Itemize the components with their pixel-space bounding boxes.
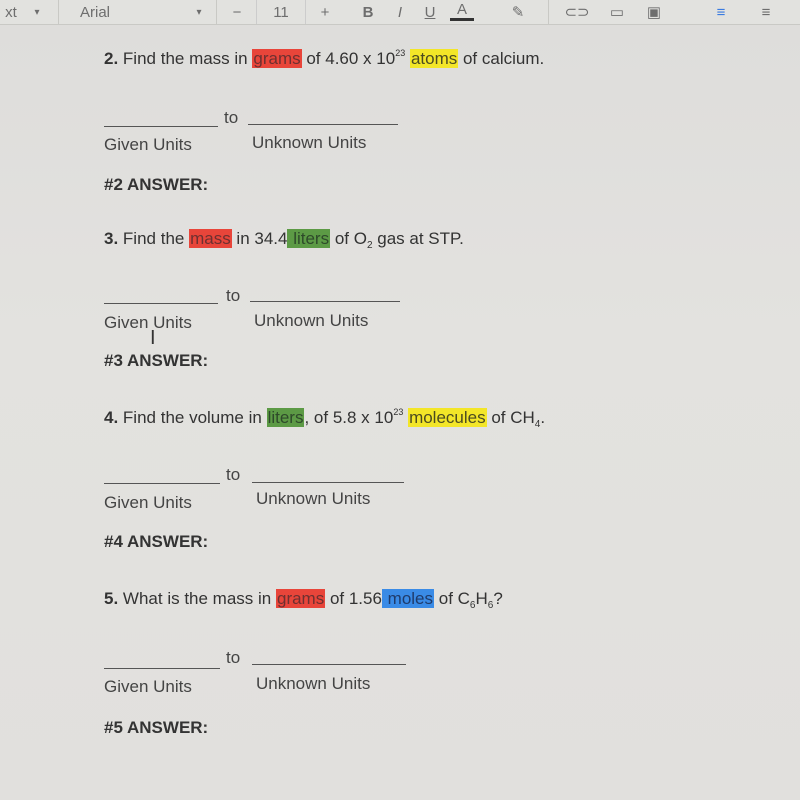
- unknown-units-label: Unknown Units: [254, 311, 369, 330]
- font-family-dropdown[interactable]: Arial: [80, 0, 120, 24]
- unknown-units-blank[interactable]: [248, 124, 398, 125]
- unknown-units-blank[interactable]: [252, 482, 404, 483]
- align-left-icon[interactable]: ≡: [710, 0, 732, 24]
- question-4: 4. Find the volume in liters, of 5.8 x 1…: [104, 407, 546, 430]
- highlight-liters: liters: [287, 229, 331, 248]
- given-units-label: Given Units: [104, 493, 192, 512]
- highlight-grams: grams: [252, 49, 302, 68]
- question-5: 5. What is the mass in grams of 1.56 mol…: [104, 589, 503, 611]
- decrease-font-size-button[interactable]: −: [222, 0, 252, 24]
- insert-image-icon[interactable]: ▣: [640, 0, 668, 24]
- unknown-units-blank[interactable]: [252, 664, 406, 665]
- text-color-button[interactable]: A: [450, 0, 474, 21]
- toolbar-divider: [58, 0, 59, 24]
- bold-button[interactable]: B: [356, 0, 380, 24]
- unknown-units-label: Unknown Units: [256, 674, 371, 693]
- to-label: to: [224, 108, 239, 127]
- text-cursor-icon: I: [150, 327, 156, 349]
- to-label: to: [226, 648, 241, 667]
- given-units-blank[interactable]: [104, 483, 220, 484]
- answer-2-label: #2 ANSWER:: [104, 175, 209, 194]
- increase-font-size-button[interactable]: +: [310, 0, 340, 24]
- underline-button[interactable]: U: [418, 0, 442, 24]
- font-size-input[interactable]: 11: [256, 0, 306, 24]
- given-units-blank[interactable]: [104, 668, 220, 669]
- given-units-label: Given Units: [104, 677, 192, 696]
- italic-button[interactable]: I: [388, 0, 412, 24]
- question-3: 3. Find the mass in 34.4 liters of O2 ga…: [104, 229, 464, 251]
- chevron-down-icon[interactable]: ▾: [192, 0, 206, 24]
- given-units-blank[interactable]: [104, 126, 218, 127]
- given-units-blank[interactable]: [104, 303, 218, 304]
- unknown-units-label: Unknown Units: [256, 489, 371, 508]
- align-center-icon[interactable]: ≡: [755, 0, 777, 24]
- answer-3-label: #3 ANSWER:: [104, 351, 209, 370]
- toolbar-divider: [548, 0, 549, 24]
- highlight-pen-icon[interactable]: ✎: [508, 0, 528, 24]
- highlight-grams: grams: [275, 589, 326, 608]
- highlight-molecules: molecules: [408, 408, 487, 427]
- to-label: to: [226, 286, 241, 305]
- unknown-units-label: Unknown Units: [252, 133, 367, 152]
- highlight-liters: liters: [266, 408, 305, 427]
- chevron-down-icon[interactable]: ▾: [30, 0, 44, 24]
- highlight-atoms: atoms: [409, 49, 459, 68]
- answer-5-label: #5 ANSWER:: [104, 718, 209, 737]
- given-units-label: Given Units: [104, 313, 192, 332]
- unknown-units-blank[interactable]: [250, 301, 400, 302]
- to-label: to: [226, 465, 241, 484]
- style-dropdown[interactable]: xt: [0, 0, 22, 24]
- formatting-toolbar: xt ▾ Arial ▾ − 11 + B I U A ✎ ⊂⊃ ▭ ▣ ≡ ≡: [0, 0, 800, 25]
- toolbar-divider: [216, 0, 217, 24]
- given-units-label: Given Units: [104, 135, 192, 154]
- highlight-mass: mass: [189, 229, 232, 248]
- highlight-moles: moles: [381, 589, 435, 608]
- answer-4-label: #4 ANSWER:: [104, 532, 209, 551]
- document-page[interactable]: 2. Find the mass in grams of 4.60 x 1023…: [0, 25, 800, 800]
- question-2: 2. Find the mass in grams of 4.60 x 1023…: [104, 48, 545, 68]
- comment-icon[interactable]: ▭: [605, 0, 629, 24]
- link-icon[interactable]: ⊂⊃: [564, 0, 589, 24]
